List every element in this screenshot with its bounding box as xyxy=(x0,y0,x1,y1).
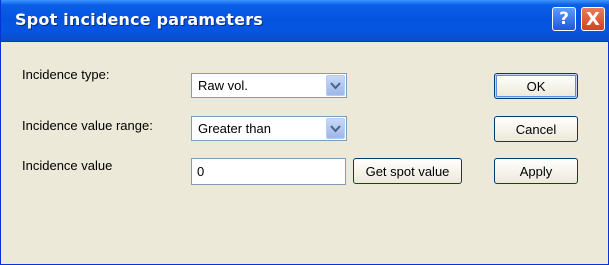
incidence-range-dropdown-button[interactable] xyxy=(326,118,345,139)
help-icon: ? xyxy=(559,9,569,29)
close-button[interactable]: X xyxy=(581,7,605,31)
title-bar[interactable]: Spot incidence parameters ? X xyxy=(1,0,609,42)
ok-button[interactable]: OK xyxy=(494,73,578,99)
incidence-type-select[interactable]: Raw vol. xyxy=(191,73,347,98)
get-spot-value-button[interactable]: Get spot value xyxy=(353,158,462,184)
help-button[interactable]: ? xyxy=(552,7,576,31)
incidence-type-value: Raw vol. xyxy=(198,78,248,93)
incidence-range-label: Incidence value range: xyxy=(22,118,153,133)
incidence-type-dropdown-button[interactable] xyxy=(326,75,345,96)
incidence-value-label: Incidence value xyxy=(22,158,113,173)
incidence-type-label: Incidence type: xyxy=(22,67,110,82)
incidence-value-input[interactable] xyxy=(197,164,337,179)
cancel-button[interactable]: Cancel xyxy=(494,116,578,142)
close-icon: X xyxy=(586,8,600,30)
incidence-range-value: Greater than xyxy=(198,121,271,136)
incidence-range-select[interactable]: Greater than xyxy=(191,116,347,141)
dialog-window: Spot incidence parameters ? X Incidence … xyxy=(0,0,609,265)
apply-button[interactable]: Apply xyxy=(494,158,578,184)
chevron-down-icon xyxy=(330,124,341,132)
chevron-down-icon xyxy=(330,81,341,89)
window-title: Spot incidence parameters xyxy=(15,10,264,29)
incidence-value-field[interactable] xyxy=(191,158,346,185)
